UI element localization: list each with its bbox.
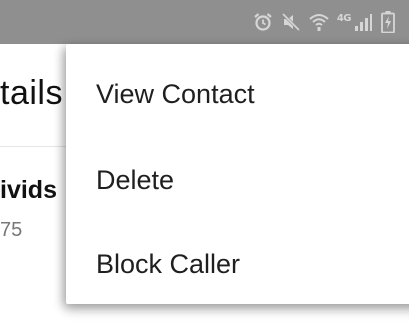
contact-name: ivids bbox=[0, 176, 57, 204]
status-icons: 4G bbox=[253, 9, 395, 35]
menu-item-block-caller[interactable]: Block Caller bbox=[66, 224, 409, 304]
mute-icon bbox=[281, 12, 301, 32]
alarm-icon bbox=[253, 12, 273, 32]
menu-item-view-contact[interactable]: View Contact bbox=[66, 54, 409, 134]
screen: 4G tails ivids 75 View Contact Delete Bl… bbox=[0, 0, 409, 325]
menu-item-delete[interactable]: Delete bbox=[66, 140, 409, 220]
wifi-icon bbox=[309, 12, 329, 32]
contact-detail: 75 bbox=[0, 219, 23, 241]
page-title: tails bbox=[0, 74, 63, 112]
signal-icon bbox=[353, 12, 373, 32]
battery-charging-icon bbox=[381, 11, 395, 33]
overflow-menu: View Contact Delete Block Caller bbox=[66, 44, 409, 304]
network-type-label: 4G bbox=[336, 12, 352, 24]
status-bar: 4G bbox=[0, 0, 409, 44]
